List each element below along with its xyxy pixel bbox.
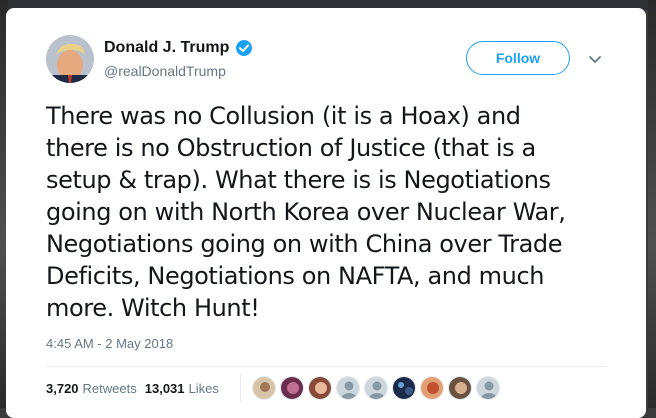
tweet-stats: 3,720 Retweets 13,031 Likes <box>46 381 227 396</box>
divider <box>46 366 606 367</box>
liker-avatar[interactable] <box>280 376 304 400</box>
retweets-label: Retweets <box>82 381 137 396</box>
liker-avatar[interactable] <box>448 376 472 400</box>
liker-avatar[interactable] <box>252 376 276 400</box>
user-handle[interactable]: @realDonaldTrump <box>104 63 226 79</box>
verified-badge-icon <box>235 39 253 57</box>
stats-separator <box>240 374 241 402</box>
liker-avatar[interactable] <box>308 376 332 400</box>
retweets-stat[interactable]: 3,720 Retweets <box>46 381 137 396</box>
avatar[interactable] <box>46 35 94 83</box>
tweet-text: There was no Collusion (it is a Hoax) an… <box>46 102 566 322</box>
liker-avatar[interactable] <box>392 376 416 400</box>
liker-avatars <box>252 376 504 400</box>
tweet-card: Donald J. Trump @realDonaldTrump Follow … <box>6 8 646 418</box>
chevron-down-icon[interactable] <box>588 52 602 66</box>
likes-count: 13,031 <box>144 381 185 396</box>
display-name[interactable]: Donald J. Trump <box>104 39 229 57</box>
liker-avatar[interactable] <box>336 376 360 400</box>
author-name-row: Donald J. Trump <box>104 39 253 57</box>
liker-avatar[interactable] <box>364 376 388 400</box>
liker-avatar[interactable] <box>420 376 444 400</box>
retweets-count: 3,720 <box>46 381 79 396</box>
liker-avatar[interactable] <box>476 376 500 400</box>
likes-stat[interactable]: 13,031 Likes <box>145 381 219 396</box>
tweet-timestamp[interactable]: 4:45 AM - 2 May 2018 <box>46 336 173 351</box>
likes-label: Likes <box>188 381 219 396</box>
window-backdrop-right <box>648 0 656 408</box>
follow-button[interactable]: Follow <box>466 41 570 75</box>
